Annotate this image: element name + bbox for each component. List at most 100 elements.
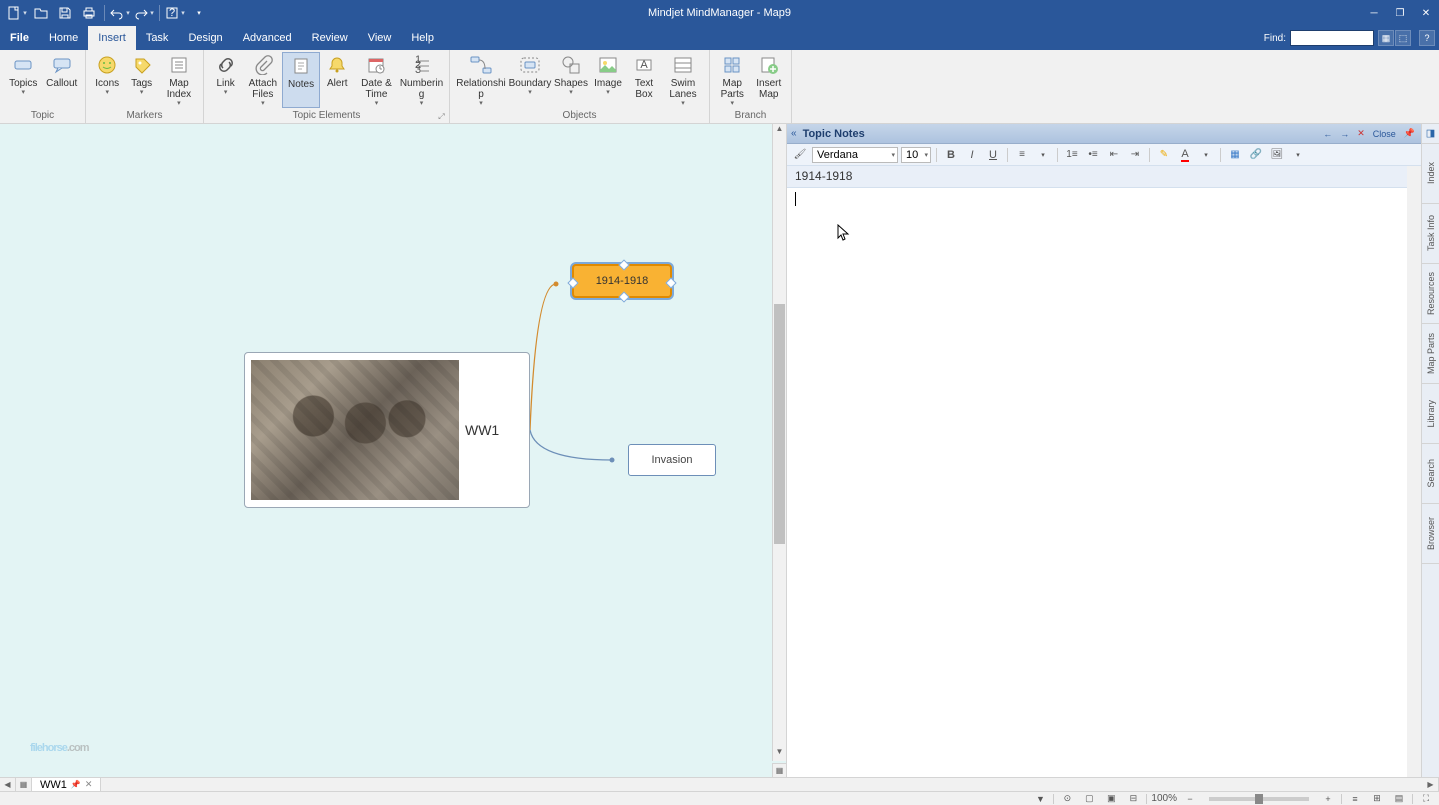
- find-input[interactable]: [1290, 30, 1374, 46]
- link-button[interactable]: Link: [208, 52, 243, 108]
- mindmap-canvas[interactable]: WW1 1914-1918 Invasion filehorse.com ▲▼ …: [0, 124, 786, 777]
- menu-home[interactable]: Home: [39, 26, 88, 50]
- side-tab-index[interactable]: Index: [1422, 144, 1439, 204]
- tab-pin-icon[interactable]: 📌: [71, 780, 81, 789]
- side-tab-library[interactable]: Library: [1422, 384, 1439, 444]
- zoom-out-button[interactable]: −: [1181, 793, 1199, 805]
- hyperlink-button[interactable]: 🔗: [1247, 146, 1265, 164]
- new-document-icon[interactable]: [6, 2, 28, 24]
- menu-file[interactable]: File: [0, 26, 39, 50]
- tags-button[interactable]: Tags: [124, 52, 158, 108]
- side-tab-browser[interactable]: Browser: [1422, 504, 1439, 564]
- notes-close-button[interactable]: Close: [1371, 129, 1398, 139]
- side-tab-resources[interactable]: Resources: [1422, 264, 1439, 324]
- status-collapse-icon[interactable]: ⊟: [1124, 793, 1142, 805]
- outdent-button[interactable]: ⇤: [1105, 146, 1123, 164]
- underline-button[interactable]: U: [984, 146, 1002, 164]
- main-topic[interactable]: WW1: [244, 352, 530, 508]
- notes-pin-icon[interactable]: 📌: [1402, 128, 1417, 139]
- highlight-button[interactable]: ✎: [1155, 146, 1173, 164]
- find-toggle-2[interactable]: ⬚: [1395, 30, 1411, 46]
- status-filter-icon[interactable]: ▼: [1031, 793, 1049, 805]
- sub-topic[interactable]: Invasion: [628, 444, 716, 476]
- redo-icon[interactable]: [133, 2, 155, 24]
- font-size-combo[interactable]: 10: [901, 147, 931, 163]
- indent-button[interactable]: ⇥: [1126, 146, 1144, 164]
- help-icon[interactable]: ?: [164, 2, 186, 24]
- menu-task[interactable]: Task: [136, 26, 179, 50]
- notes-next-icon[interactable]: →: [1338, 129, 1351, 139]
- map-parts-button[interactable]: Map Parts: [714, 52, 751, 108]
- icons-button[interactable]: Icons: [90, 52, 124, 108]
- canvas-overview-icon[interactable]: ▦: [772, 763, 786, 777]
- swim-lanes-button[interactable]: Swim Lanes: [662, 52, 704, 108]
- selection-handle-left[interactable]: [567, 277, 578, 288]
- menu-advanced[interactable]: Advanced: [233, 26, 302, 50]
- fullscreen-icon[interactable]: ⛶: [1417, 793, 1435, 805]
- undo-icon[interactable]: [109, 2, 131, 24]
- tab-scroll-right-icon[interactable]: ▶: [1423, 778, 1439, 791]
- menu-insert[interactable]: Insert: [88, 26, 136, 50]
- menu-design[interactable]: Design: [178, 26, 232, 50]
- close-button[interactable]: ✕: [1413, 0, 1439, 26]
- align-dropdown-icon[interactable]: ▾: [1034, 146, 1052, 164]
- status-box1-icon[interactable]: ▢: [1080, 793, 1098, 805]
- save-icon[interactable]: [54, 2, 76, 24]
- notes-prev-icon[interactable]: ←: [1321, 129, 1334, 139]
- boundary-button[interactable]: Boundary: [508, 52, 552, 108]
- alert-button[interactable]: Alert: [320, 52, 355, 108]
- view-outline-icon[interactable]: ≡: [1346, 793, 1364, 805]
- insert-image-button[interactable]: 🖼: [1268, 146, 1286, 164]
- bullet-list-button[interactable]: •≡: [1084, 146, 1102, 164]
- color-dropdown-icon[interactable]: ▾: [1197, 146, 1215, 164]
- italic-button[interactable]: I: [963, 146, 981, 164]
- topics-button[interactable]: Topics: [4, 52, 43, 108]
- more-options-icon[interactable]: ▾: [1289, 146, 1307, 164]
- notes-vertical-scrollbar[interactable]: [1407, 166, 1421, 777]
- notes-editor[interactable]: [787, 188, 1421, 777]
- zoom-in-button[interactable]: +: [1319, 793, 1337, 805]
- notes-close-x-icon[interactable]: ✕: [1355, 128, 1367, 139]
- menu-view[interactable]: View: [358, 26, 402, 50]
- selection-handle-right[interactable]: [665, 277, 676, 288]
- selected-topic[interactable]: 1914-1918: [572, 264, 672, 298]
- menu-help[interactable]: Help: [401, 26, 444, 50]
- numbered-list-button[interactable]: 1≡: [1063, 146, 1081, 164]
- canvas-vertical-scrollbar[interactable]: ▲▼: [772, 124, 786, 761]
- selection-handle-bottom[interactable]: [618, 291, 629, 302]
- print-icon[interactable]: [78, 2, 100, 24]
- zoom-slider[interactable]: [1209, 797, 1309, 801]
- shapes-button[interactable]: Shapes: [552, 52, 590, 108]
- find-help[interactable]: ?: [1419, 30, 1435, 46]
- insert-map-button[interactable]: Insert Map: [751, 52, 788, 108]
- tab-new-icon[interactable]: ▦: [16, 778, 32, 791]
- text-box-button[interactable]: AText Box: [626, 52, 662, 108]
- tab-scroll-left-icon[interactable]: ◀: [0, 778, 16, 791]
- notes-button[interactable]: Notes: [282, 52, 319, 108]
- map-index-button[interactable]: Map Index: [159, 52, 199, 108]
- bold-button[interactable]: B: [942, 146, 960, 164]
- side-tab-top-icon[interactable]: ◧: [1422, 124, 1439, 144]
- side-tab-map-parts[interactable]: Map Parts: [1422, 324, 1439, 384]
- maximize-button[interactable]: ❐: [1387, 0, 1413, 26]
- view-gantt-icon[interactable]: ▤: [1390, 793, 1408, 805]
- format-painter-icon[interactable]: 🖌: [791, 146, 809, 164]
- attach-files-button[interactable]: Attach Files: [243, 52, 282, 108]
- topic-elements-launcher-icon[interactable]: ⤢: [436, 111, 447, 122]
- date-time-button[interactable]: Date & Time: [355, 52, 398, 108]
- status-box2-icon[interactable]: ▣: [1102, 793, 1120, 805]
- align-button[interactable]: ≡: [1013, 146, 1031, 164]
- side-tab-task-info[interactable]: Task Info: [1422, 204, 1439, 264]
- status-target-icon[interactable]: ⊙: [1058, 793, 1076, 805]
- tab-close-icon[interactable]: ✕: [85, 779, 93, 790]
- image-button[interactable]: Image: [590, 52, 626, 108]
- font-color-button[interactable]: A: [1176, 146, 1194, 164]
- callout-button[interactable]: Callout: [43, 52, 82, 108]
- find-toggle-1[interactable]: ▦: [1378, 30, 1394, 46]
- collapse-panel-icon[interactable]: «: [791, 128, 797, 139]
- open-icon[interactable]: [30, 2, 52, 24]
- selection-handle-top[interactable]: [618, 259, 629, 270]
- document-tab-ww1[interactable]: WW1 📌 ✕: [32, 778, 101, 791]
- qat-customize-icon[interactable]: ▾: [188, 2, 210, 24]
- relationship-button[interactable]: Relationship: [454, 52, 508, 108]
